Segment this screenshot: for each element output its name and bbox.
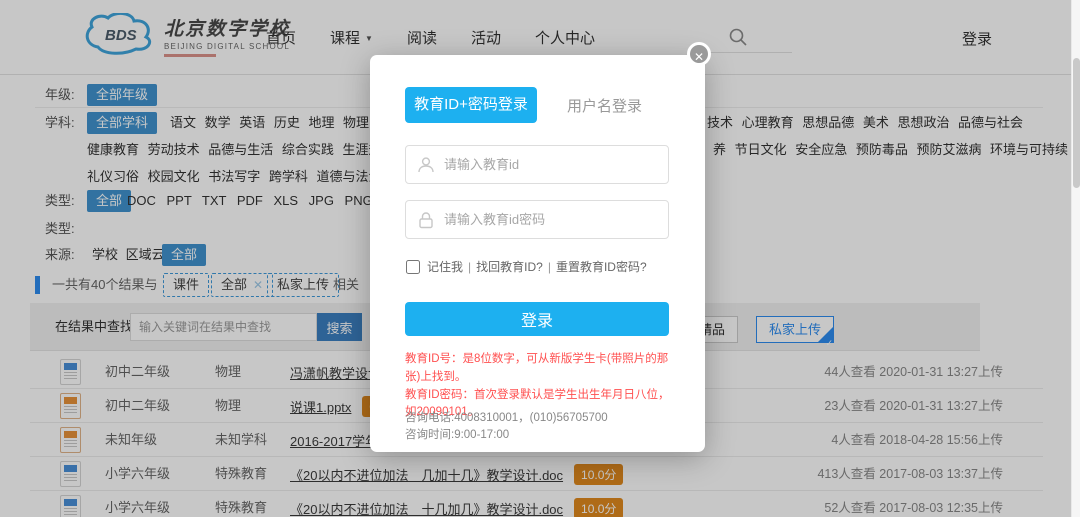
lock-icon <box>416 210 436 230</box>
scrollbar-thumb[interactable] <box>1073 58 1080 188</box>
separator: | <box>468 260 471 274</box>
reset-password-link[interactable]: 重置教育ID密码? <box>556 258 647 275</box>
separator: | <box>548 260 551 274</box>
education-id-field-wrap <box>405 145 669 184</box>
tab-education-id-login[interactable]: 教育ID+密码登录 <box>405 87 537 123</box>
contact-info: 咨询电话:4008310001，(010)56705700 咨询时间:9:00-… <box>405 410 677 445</box>
password-field-wrap <box>405 200 669 239</box>
remember-row: 记住我 | 找回教育ID? | 重置教育ID密码? <box>406 258 647 275</box>
contact-hours: 咨询时间:9:00-17:00 <box>405 427 677 444</box>
user-icon <box>416 155 436 175</box>
scrollbar-track <box>1071 0 1080 517</box>
find-education-id-link[interactable]: 找回教育ID? <box>476 258 543 275</box>
password-input[interactable] <box>444 201 659 238</box>
tab-username-login[interactable]: 用户名登录 <box>567 95 642 116</box>
remember-me-checkbox[interactable] <box>406 260 420 274</box>
page: BDS 北京数字学校 BEIJING DIGITAL SCHOOL 首页 课程▼… <box>0 0 1080 517</box>
login-submit-button[interactable]: 登录 <box>405 302 669 336</box>
remember-me-label: 记住我 <box>427 258 463 275</box>
login-modal: ✕ 教育ID+密码登录 用户名登录 记住我 | 找回教育ID? | 重置教育ID… <box>370 55 705 452</box>
close-icon[interactable]: ✕ <box>687 42 711 66</box>
hint-line-1: 教育ID号：是8位数字，可从新版学生卡(带照片的那张)上找到。 <box>405 351 677 387</box>
contact-phone: 咨询电话:4008310001，(010)56705700 <box>405 410 677 427</box>
education-id-input[interactable] <box>444 146 659 183</box>
